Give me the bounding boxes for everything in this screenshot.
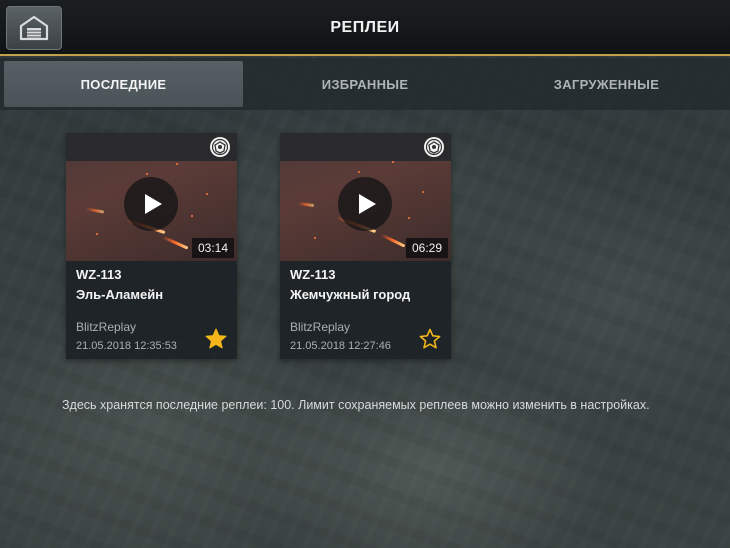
tab-recent[interactable]: ПОСЛЕДНИЕ [4, 61, 243, 107]
replay-duration: 06:29 [405, 238, 448, 258]
player-name: BlitzReplay [290, 320, 351, 334]
star-outline-icon[interactable] [418, 327, 442, 351]
replay-date: 21.05.2018 12:27:46 [290, 340, 391, 352]
replay-date: 21.05.2018 12:35:53 [76, 340, 177, 352]
play-icon [359, 194, 376, 214]
blitz-logo-icon [210, 137, 230, 157]
page-title: РЕПЛЕИ [330, 19, 400, 36]
replay-tabs: ПОСЛЕДНИЕ ИЗБРАННЫЕ ЗАГРУЖЕННЫЕ [0, 58, 730, 110]
tank-name: WZ-113 [290, 267, 336, 282]
map-name: Жемчужный город [290, 287, 411, 302]
tab-favorites[interactable]: ИЗБРАННЫЕ [243, 61, 487, 107]
replay-limit-info: Здесь хранятся последние реплеи: 100. Ли… [62, 398, 650, 412]
map-name: Эль-Аламейн [76, 287, 164, 302]
player-name: BlitzReplay [76, 320, 137, 334]
replay-thumbnail: 03:14 [66, 133, 237, 261]
star-filled-icon[interactable] [204, 327, 228, 351]
replay-card[interactable]: 06:29 WZ-113 Жемчужный город BlitzReplay… [280, 133, 451, 359]
top-bar: РЕПЛЕИ [0, 0, 730, 56]
blitz-logo-icon [424, 137, 444, 157]
replay-duration: 03:14 [191, 238, 234, 258]
replay-card[interactable]: 03:14 WZ-113 Эль-Аламейн BlitzReplay 21.… [66, 133, 237, 359]
replay-thumbnail: 06:29 [280, 133, 451, 261]
play-icon [145, 194, 162, 214]
play-button[interactable] [124, 177, 178, 231]
tab-uploaded[interactable]: ЗАГРУЖЕННЫЕ [487, 61, 726, 107]
tank-name: WZ-113 [76, 267, 122, 282]
play-button[interactable] [338, 177, 392, 231]
